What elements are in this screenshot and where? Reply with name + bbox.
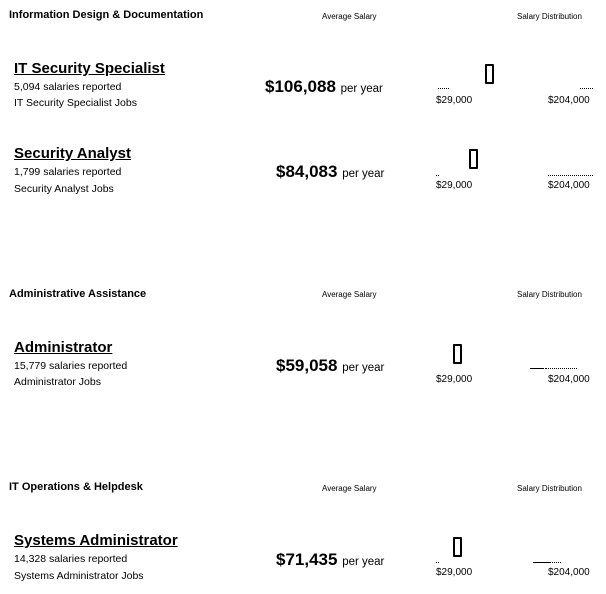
distribution-dots <box>436 175 439 176</box>
salary-amount: $71,435 <box>276 550 338 569</box>
distribution-dots <box>438 88 449 89</box>
distribution-min: $29,000 <box>436 180 473 191</box>
job-title-link[interactable]: Administrator <box>14 339 112 356</box>
jobs-link[interactable]: Administrator Jobs <box>14 376 101 388</box>
job-title-link[interactable]: Security Analyst <box>14 145 131 162</box>
category-heading: IT Operations & Helpdesk <box>9 481 143 493</box>
distribution-max: $204,000 <box>548 374 590 385</box>
distribution-dots <box>545 368 577 369</box>
jobs-link[interactable]: Systems Administrator Jobs <box>14 570 144 582</box>
job-title-link[interactable]: Systems Administrator <box>14 532 178 549</box>
average-salary-value: $84,083 per year <box>276 162 384 182</box>
distribution-line <box>530 368 544 369</box>
distribution-min: $29,000 <box>436 95 473 106</box>
per-year-label: per year <box>342 362 385 374</box>
salary-marker <box>453 344 462 364</box>
salary-amount: $106,088 <box>265 77 336 96</box>
distribution-max: $204,000 <box>548 180 590 191</box>
per-year-label: per year <box>342 168 385 180</box>
distribution-max: $204,000 <box>548 567 590 578</box>
salary-marker <box>485 64 494 84</box>
average-salary-header: Average Salary <box>322 484 377 493</box>
category-heading: Information Design & Documentation <box>9 9 204 21</box>
jobs-link[interactable]: IT Security Specialist Jobs <box>14 97 137 109</box>
salaries-reported-count: 15,779 salaries reported <box>14 360 128 372</box>
salary-distribution-header: Salary Distribution <box>517 484 582 493</box>
salary-marker <box>469 149 478 169</box>
average-salary-header: Average Salary <box>322 12 377 21</box>
per-year-label: per year <box>342 556 385 568</box>
salary-amount: $59,058 <box>276 356 338 375</box>
distribution-max: $204,000 <box>548 95 590 106</box>
distribution-dots <box>549 562 561 563</box>
average-salary-header: Average Salary <box>322 290 377 299</box>
average-salary-value: $106,088 per year <box>265 77 383 97</box>
category-heading: Administrative Assistance <box>9 288 147 300</box>
salaries-reported-count: 14,328 salaries reported <box>14 553 128 565</box>
salary-amount: $84,083 <box>276 162 338 181</box>
distribution-dots <box>580 88 593 89</box>
job-title-link[interactable]: IT Security Specialist <box>14 60 165 77</box>
jobs-link[interactable]: Security Analyst Jobs <box>14 183 114 195</box>
distribution-min: $29,000 <box>436 374 473 385</box>
average-salary-value: $71,435 per year <box>276 550 384 570</box>
salaries-reported-count: 1,799 salaries reported <box>14 166 122 178</box>
distribution-line <box>533 562 549 563</box>
distribution-dots <box>436 562 439 563</box>
salaries-reported-count: 5,094 salaries reported <box>14 81 122 93</box>
average-salary-value: $59,058 per year <box>276 356 384 376</box>
salary-distribution-header: Salary Distribution <box>517 12 582 21</box>
salary-marker <box>453 537 462 557</box>
per-year-label: per year <box>340 83 383 95</box>
distribution-min: $29,000 <box>436 567 473 578</box>
distribution-dots <box>548 175 593 176</box>
salary-distribution-header: Salary Distribution <box>517 290 582 299</box>
